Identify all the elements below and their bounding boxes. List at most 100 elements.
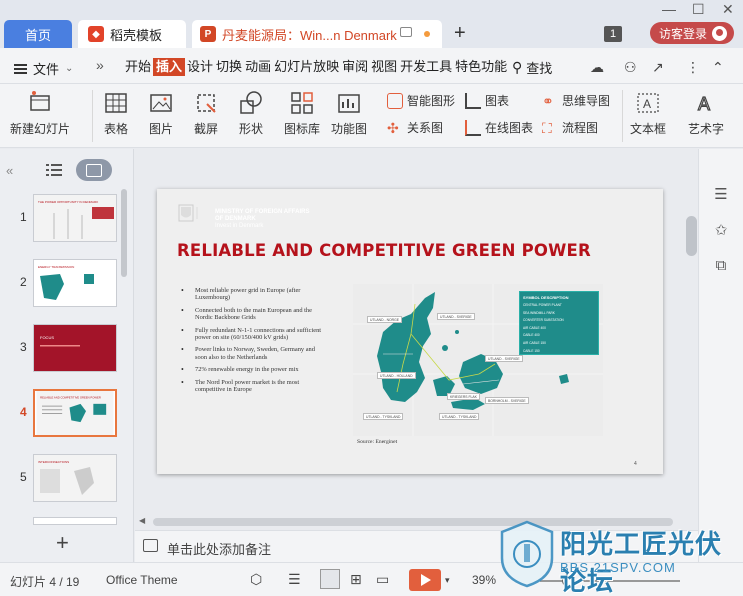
theme-name[interactable]: Office Theme — [106, 573, 178, 587]
file-menu-button[interactable]: 文件 ⌄ — [14, 59, 73, 78]
slide-thumbnail-2[interactable]: 2 ENERGY TRANSMISSION — [0, 259, 130, 313]
menu-view[interactable]: 视图 — [370, 58, 398, 76]
thumb-title: THE POWER OPPORTUNITY IN DENMARK — [38, 200, 98, 204]
scrollbar-thumb[interactable] — [686, 216, 697, 256]
minimize-icon[interactable]: — — [662, 1, 676, 17]
thumbnail-scrollbar[interactable] — [121, 189, 127, 277]
legend-item: CABLE 150 — [523, 348, 540, 353]
slide-thumbnail-4[interactable]: 4 RELIABLE AND COMPETITIVE GREEN POWER — [0, 389, 130, 443]
menu-animation[interactable]: 动画 — [244, 58, 272, 76]
notes-placeholder[interactable]: 单击此处添加备注 — [167, 539, 271, 558]
picture-button[interactable]: 图片 — [148, 90, 174, 137]
legend-item: AIR CABLE 150 — [523, 340, 546, 345]
notes-icon — [143, 539, 158, 552]
menu-start[interactable]: 开始 — [124, 58, 152, 76]
tab-home-label: 首页 — [24, 27, 51, 43]
smart-graphic-button[interactable]: 智能图形 — [387, 92, 455, 109]
login-button[interactable]: 访客登录 — [650, 22, 734, 44]
mind-map-button[interactable]: ⚭ 思维导图 — [542, 92, 610, 109]
thumbnail-number: 2 — [20, 275, 27, 289]
svg-text:A: A — [698, 94, 710, 114]
new-tab-button[interactable]: + — [454, 22, 466, 45]
bullet-item: Fully redundant N-1-1 connections and su… — [181, 327, 326, 342]
bullet-list[interactable]: Most reliable power grid in Europe (afte… — [181, 287, 326, 398]
flow-chart-button[interactable]: ⛶ 流程图 — [542, 119, 598, 136]
tab-docer-templates[interactable]: ◆ 稻壳模板 — [78, 20, 186, 48]
transition-icon[interactable]: ⧉ — [712, 257, 730, 275]
online-chart-button[interactable]: 在线图表 — [465, 119, 533, 136]
tab-bar: — ☐ ✕ 首页 ◆ 稻壳模板 P 丹麦能源局：Win...n Denmark … — [0, 0, 743, 48]
thumbnail-view-toggle[interactable] — [76, 159, 112, 181]
slide-thumbnail-5[interactable]: 5 INTERCONNECTIONS — [0, 454, 130, 508]
maximize-icon[interactable]: ☐ — [692, 1, 705, 18]
map-label: KRIEGERS FLAK — [447, 393, 480, 400]
add-user-icon[interactable]: ⚇ — [624, 59, 637, 76]
picture-icon — [150, 94, 172, 112]
beautify-icon[interactable]: ⬡ — [250, 571, 262, 588]
outline-view-icon[interactable] — [46, 164, 62, 176]
properties-icon[interactable]: ☰ — [712, 185, 730, 203]
slide-title[interactable]: RELIABLE AND COMPETITIVE GREEN POWER — [177, 241, 591, 260]
docer-logo-icon: ◆ — [88, 26, 104, 42]
map-label: UTLAND - TYSKLAND — [363, 413, 404, 420]
tab-current-document[interactable]: P 丹麦能源局：Win...n Denmark — [192, 20, 442, 48]
close-icon[interactable]: ✕ — [722, 1, 734, 18]
thumbnail-image — [33, 517, 117, 525]
sorter-view-icon[interactable]: ⊞ — [350, 571, 362, 588]
notes-toggle-icon[interactable]: ☰ — [288, 571, 301, 588]
relation-chart-button[interactable]: ✣ 关系图 — [387, 119, 443, 136]
window-count-badge[interactable]: 1 — [604, 26, 622, 42]
menu-review[interactable]: 审阅 — [341, 58, 369, 76]
collapse-ribbon-icon[interactable]: ⌃ — [712, 59, 724, 76]
shape-button[interactable]: 形状 — [238, 90, 264, 137]
reading-view-icon[interactable]: ▭ — [376, 571, 389, 588]
menu-features[interactable]: 特色功能 — [454, 58, 508, 76]
relation-chart-icon: ✣ — [387, 119, 399, 136]
play-slideshow-button[interactable] — [409, 569, 441, 591]
more-icon[interactable]: ⋮ — [686, 59, 700, 76]
function-chart-button[interactable]: 功能图 — [331, 90, 367, 137]
expand-menu-icon[interactable]: » — [96, 57, 104, 73]
animation-star-icon[interactable]: ✩ — [712, 221, 730, 239]
slide-thumbnail-6-partial[interactable] — [0, 517, 130, 529]
table-label: 表格 — [103, 122, 128, 136]
play-dropdown-icon[interactable]: ▾ — [445, 575, 450, 586]
slide-thumbnail-1[interactable]: 1 THE POWER OPPORTUNITY IN DENMARK — [0, 194, 130, 248]
svg-text:A: A — [643, 97, 651, 111]
tab-home[interactable]: 首页 — [4, 20, 72, 48]
scroll-left-icon[interactable]: ◀ — [139, 516, 145, 525]
current-slide[interactable]: MINISTRY OF FOREIGN AFFAIRS OF DENMARK I… — [157, 189, 663, 474]
add-slide-button[interactable]: + — [56, 530, 69, 556]
chart-button[interactable]: 图表 — [465, 92, 509, 109]
ministry-line-1: MINISTRY OF FOREIGN AFFAIRS — [215, 209, 310, 215]
menu-transition[interactable]: 切换 — [215, 58, 243, 76]
search-button[interactable]: ⚲ 查找 — [512, 58, 552, 77]
menu-insert[interactable]: 插入 — [153, 58, 186, 76]
text-box-button[interactable]: A 文本框 — [630, 90, 666, 137]
thumbnail-image: FOCUS — [33, 324, 117, 372]
thumbnail-number: 5 — [20, 470, 27, 484]
menu-slideshow[interactable]: 幻灯片放映 — [273, 58, 340, 76]
collapse-panel-icon[interactable]: « — [6, 163, 13, 178]
icon-library-button[interactable]: 图标库 — [284, 90, 320, 137]
flow-chart-icon: ⛶ — [542, 119, 552, 136]
menu-developer[interactable]: 开发工具 — [399, 58, 453, 76]
cloud-sync-icon[interactable]: ☁ — [590, 59, 604, 76]
screen-icon[interactable] — [400, 27, 412, 37]
unsaved-dot-icon — [424, 31, 430, 37]
new-slide-icon — [30, 91, 50, 111]
thumb-title: ENERGY TRANSMISSION — [38, 265, 74, 269]
normal-view-icon[interactable] — [320, 569, 340, 589]
icon-library-icon — [291, 92, 313, 114]
art-text-button[interactable]: A 艺术字 — [688, 90, 724, 137]
share-icon[interactable]: ↗ — [652, 59, 664, 76]
table-button[interactable]: 表格 — [103, 90, 129, 137]
slide-thumbnail-3[interactable]: 3 FOCUS — [0, 324, 130, 378]
screenshot-button[interactable]: 截屏 — [193, 90, 219, 137]
menu-design[interactable]: 设计 — [186, 58, 214, 76]
map-label: UTLAND - HOLLAND — [377, 372, 416, 379]
ribbon-divider — [92, 90, 93, 142]
new-slide-button[interactable]: 新建幻灯片 — [10, 90, 70, 137]
zoom-level[interactable]: 39% — [472, 573, 496, 587]
editor-vertical-scrollbar[interactable] — [686, 150, 698, 520]
